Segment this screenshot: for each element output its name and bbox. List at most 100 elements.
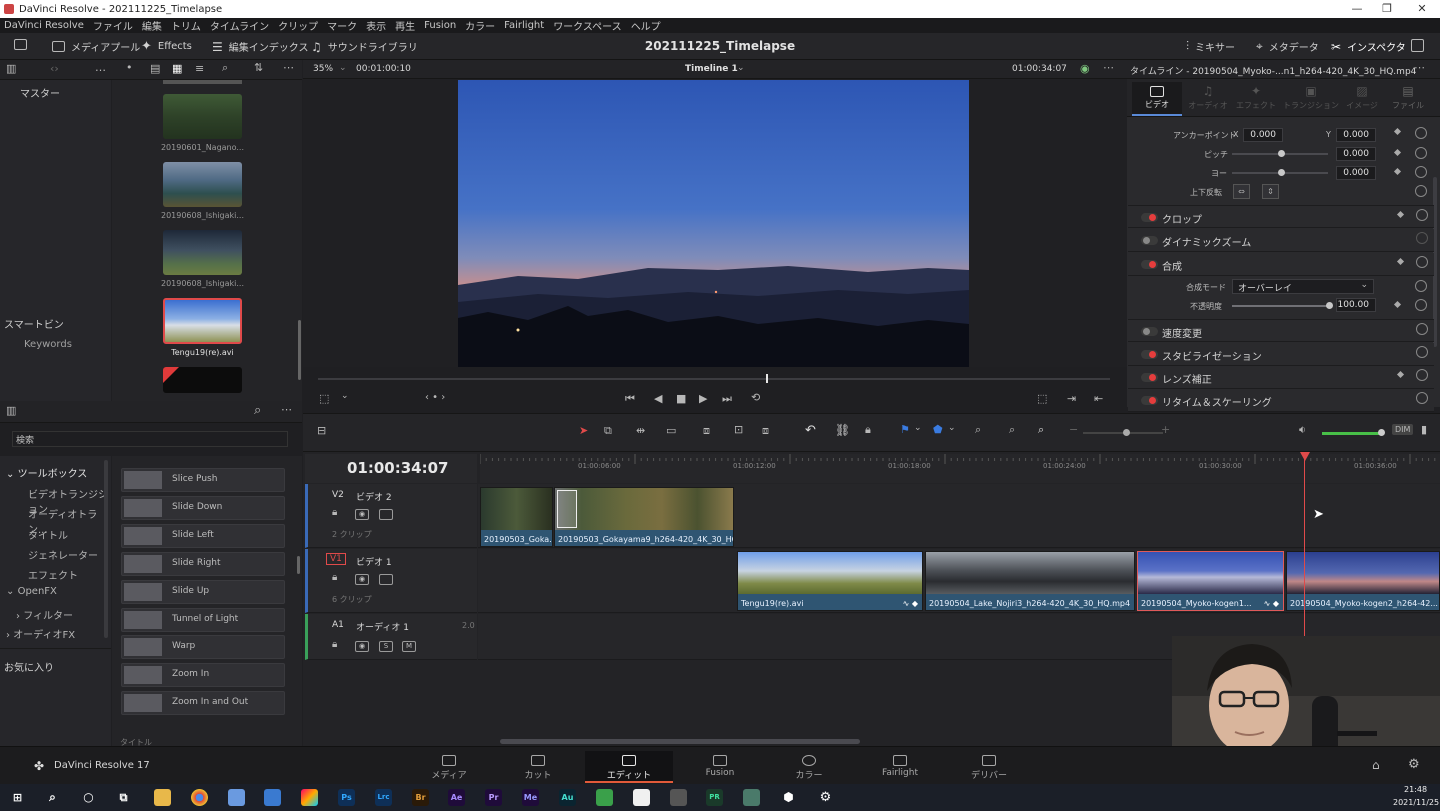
- volume-slider[interactable]: [1322, 429, 1385, 436]
- effects-search-input[interactable]: 検索: [12, 431, 288, 447]
- premiere-rush-icon[interactable]: PR: [706, 789, 723, 806]
- chevron-down-icon[interactable]: ⌄: [339, 63, 347, 73]
- chevron-down-icon[interactable]: ⌄: [948, 423, 956, 433]
- selection-tool-icon[interactable]: ➤: [579, 424, 588, 437]
- bridge-icon[interactable]: Br: [412, 789, 429, 806]
- tab-video[interactable]: ビデオ: [1132, 82, 1182, 116]
- auto-select-icon[interactable]: ◉: [355, 509, 369, 520]
- track-name[interactable]: ビデオ 1: [356, 555, 392, 568]
- page-fairlight[interactable]: Fairlight: [856, 751, 944, 783]
- pitch-slider[interactable]: [1232, 150, 1328, 157]
- gear-icon[interactable]: ⚙: [817, 789, 834, 806]
- previous-edit-icon[interactable]: ⇤: [1094, 392, 1103, 405]
- menu-help[interactable]: ヘルプ: [631, 18, 661, 33]
- metadata-view-icon[interactable]: ▤: [150, 62, 160, 75]
- tree-item-generators[interactable]: ジェネレーター: [28, 547, 98, 562]
- menu-clip[interactable]: クリップ: [278, 18, 318, 33]
- menu-file[interactable]: ファイル: [93, 18, 133, 33]
- tree-scrollbar[interactable]: [104, 460, 108, 638]
- enable-toggle[interactable]: [1141, 396, 1158, 405]
- reset-icon[interactable]: [1415, 185, 1427, 197]
- reset-icon[interactable]: [1416, 323, 1428, 335]
- clip-thumbnail[interactable]: [163, 80, 242, 84]
- slider-knob[interactable]: [1278, 169, 1285, 176]
- clip-grid-scrollbar[interactable]: [298, 320, 301, 380]
- reset-icon[interactable]: [1415, 280, 1427, 292]
- effect-item[interactable]: Zoom In: [121, 663, 285, 687]
- timeline-clip-selected[interactable]: 20190504_Myoko-kogen1... ∿ ◆: [1137, 551, 1284, 611]
- tab-image[interactable]: ▨ イメージ: [1337, 82, 1387, 116]
- audition-icon[interactable]: Au: [559, 789, 576, 806]
- page-color[interactable]: カラー: [765, 751, 853, 783]
- timeline-timecode[interactable]: 01:00:34:07: [347, 459, 449, 477]
- skip-to-start-icon[interactable]: ⏮: [625, 392, 635, 406]
- scrubber-bar[interactable]: [318, 378, 1110, 380]
- anchor-x-field[interactable]: 0.000: [1243, 128, 1283, 142]
- reset-icon[interactable]: [1415, 147, 1427, 159]
- tab-audio[interactable]: ♫ オーディオ: [1183, 82, 1233, 116]
- track-visibility-icon[interactable]: [379, 574, 393, 585]
- keyframe-icon[interactable]: [1396, 370, 1405, 379]
- section-composite[interactable]: 合成: [1128, 253, 1434, 276]
- timeline-clip[interactable]: Tengu19(re).avi ∿ ◆: [737, 551, 923, 611]
- zoom-slider[interactable]: [1083, 429, 1163, 436]
- tree-item-titles[interactable]: タイトル: [28, 527, 68, 542]
- section-stabilization[interactable]: スタビライゼーション: [1128, 343, 1434, 366]
- overwrite-clip-icon[interactable]: ⊡: [734, 423, 743, 436]
- track-visibility-icon[interactable]: [379, 509, 393, 520]
- reset-icon[interactable]: [1416, 232, 1428, 244]
- yaw-slider[interactable]: [1232, 169, 1328, 176]
- reset-icon[interactable]: [1416, 369, 1428, 381]
- page-deliver[interactable]: デリバー: [945, 751, 1033, 783]
- effect-item[interactable]: Slide Left: [121, 524, 285, 548]
- more-options-icon[interactable]: …: [95, 61, 106, 74]
- section-dynamic-zoom[interactable]: ダイナミックズーム: [1128, 229, 1434, 252]
- close-button[interactable]: ✕: [1405, 0, 1439, 18]
- lock-icon[interactable]: 🔒︎: [332, 639, 337, 650]
- dim-icon[interactable]: DIM: [1392, 424, 1414, 435]
- loop-icon[interactable]: ⟲: [751, 391, 760, 404]
- zoom-in-icon[interactable]: +: [1161, 423, 1170, 436]
- section-crop[interactable]: クロップ: [1128, 205, 1434, 228]
- anchor-y-field[interactable]: 0.000: [1336, 128, 1376, 142]
- lock-icon[interactable]: 🔒︎: [332, 507, 337, 518]
- dynamic-trim-icon[interactable]: ⇹: [636, 424, 645, 437]
- bin-list-toggle-icon[interactable]: ▥: [6, 62, 16, 75]
- effects-list-scrollbar[interactable]: [297, 556, 300, 574]
- flip-vertical-icon[interactable]: ⇕: [1262, 184, 1279, 199]
- metadata-button[interactable]: ⌖ メタデータ: [1256, 39, 1319, 54]
- blend-mode-select[interactable]: オーバーレイ ⌄: [1232, 279, 1374, 294]
- stop-icon[interactable]: ■: [676, 392, 686, 405]
- page-media[interactable]: メディア: [405, 751, 493, 783]
- file-explorer-icon[interactable]: [154, 789, 171, 806]
- timeline-clip[interactable]: 20190504_Lake_Nojiri3_h264-420_4K_30_HQ.…: [925, 551, 1135, 611]
- sound-library-button[interactable]: ♫ サウンドライブラリ: [311, 39, 418, 55]
- thumbnail-view-icon[interactable]: ▦: [172, 62, 182, 75]
- auto-select-icon[interactable]: ◉: [355, 641, 369, 652]
- image-viewer-icon[interactable]: [743, 789, 760, 806]
- menu-mark[interactable]: マーク: [327, 18, 357, 33]
- zoom-level[interactable]: 35%: [313, 64, 333, 74]
- pitch-field[interactable]: 0.000: [1336, 147, 1376, 161]
- enable-toggle[interactable]: [1141, 213, 1158, 222]
- link-icon[interactable]: ⛓: [835, 423, 850, 437]
- search-icon[interactable]: ⌕: [44, 789, 61, 806]
- slider-knob[interactable]: [1278, 150, 1285, 157]
- effect-item[interactable]: Slide Up: [121, 580, 285, 604]
- keyframe-curve-icon[interactable]: ∿ ◆: [1264, 599, 1279, 608]
- clip-thumbnail-selected[interactable]: [163, 298, 242, 344]
- gear-icon[interactable]: ⚙: [1408, 757, 1420, 772]
- effect-item[interactable]: Slide Down: [121, 496, 285, 520]
- chevron-down-icon[interactable]: ⌄: [341, 391, 349, 401]
- timeline-name[interactable]: Timeline 1: [685, 64, 738, 74]
- after-effects-icon[interactable]: Ae: [448, 789, 465, 806]
- track-id[interactable]: V1: [326, 553, 346, 565]
- clip-thumbnail[interactable]: [163, 367, 242, 393]
- reset-icon[interactable]: [1415, 166, 1427, 178]
- track-name[interactable]: オーディオ 1: [356, 620, 409, 633]
- video-preview[interactable]: [458, 80, 969, 367]
- tree-item-toolbox[interactable]: ⌄ ツールボックス: [6, 465, 87, 480]
- snapping-icon[interactable]: ↶: [805, 423, 816, 438]
- reset-icon[interactable]: [1416, 209, 1428, 221]
- next-edit-icon[interactable]: ⇥: [1067, 392, 1076, 405]
